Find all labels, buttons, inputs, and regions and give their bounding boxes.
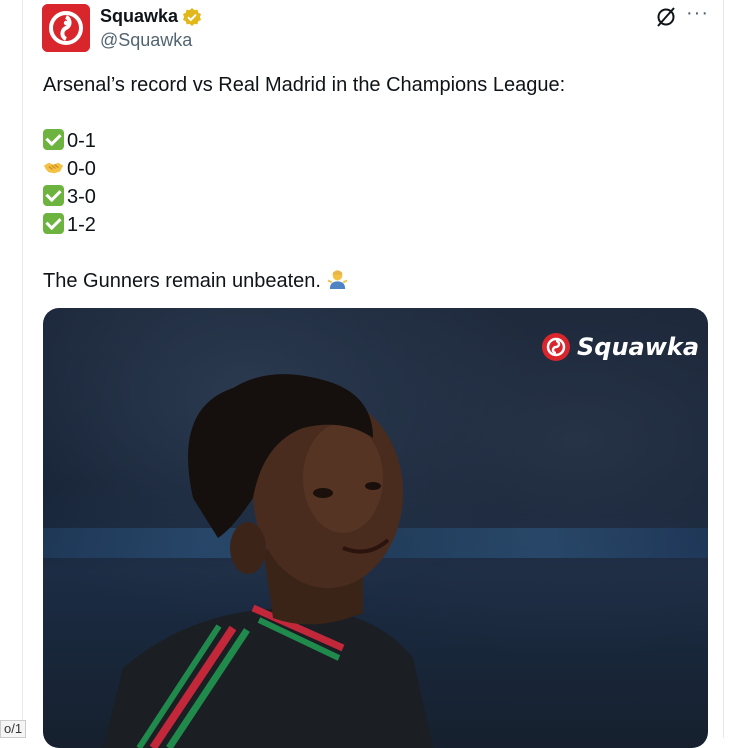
tweet-media-image[interactable]: Squawka [43,308,708,748]
check-mark-icon [43,185,64,206]
author-display-name[interactable]: Squawka [100,6,178,27]
result-line: 3-0 [43,183,703,211]
tweet-text: Arsenal’s record vs Real Madrid in the C… [43,71,703,295]
verified-badge-icon [183,8,201,26]
grok-icon[interactable] [655,6,677,28]
player-photo [103,374,433,748]
result-score: 0-1 [67,130,96,152]
author-handle[interactable]: @Squawka [100,30,192,51]
more-options-icon[interactable]: ··· [686,2,709,25]
timeline-left-border [22,0,23,738]
media-watermark: Squawka [541,332,699,362]
result-line: 1-2 [43,211,703,239]
result-score: 0-0 [67,158,96,180]
check-mark-icon [43,129,64,150]
person-shrugging-icon [327,270,347,290]
watermark-text: Squawka [577,333,700,361]
tweet-closing-line: The Gunners remain unbeaten. [43,267,703,295]
timeline-right-border [723,0,724,738]
side-label: o/1 [0,720,27,738]
squawka-logo-icon [542,333,570,361]
squawka-logo-icon [42,4,90,52]
result-score: 1-2 [67,214,96,236]
result-line: 0-0 [43,155,703,183]
result-line: 0-1 [43,127,703,155]
author-avatar[interactable] [42,4,90,52]
handshake-icon [43,162,64,174]
check-mark-icon [43,213,64,234]
tweet-intro: Arsenal’s record vs Real Madrid in the C… [43,74,566,96]
tweet-closing: The Gunners remain unbeaten. [43,270,321,292]
result-score: 3-0 [67,186,96,208]
